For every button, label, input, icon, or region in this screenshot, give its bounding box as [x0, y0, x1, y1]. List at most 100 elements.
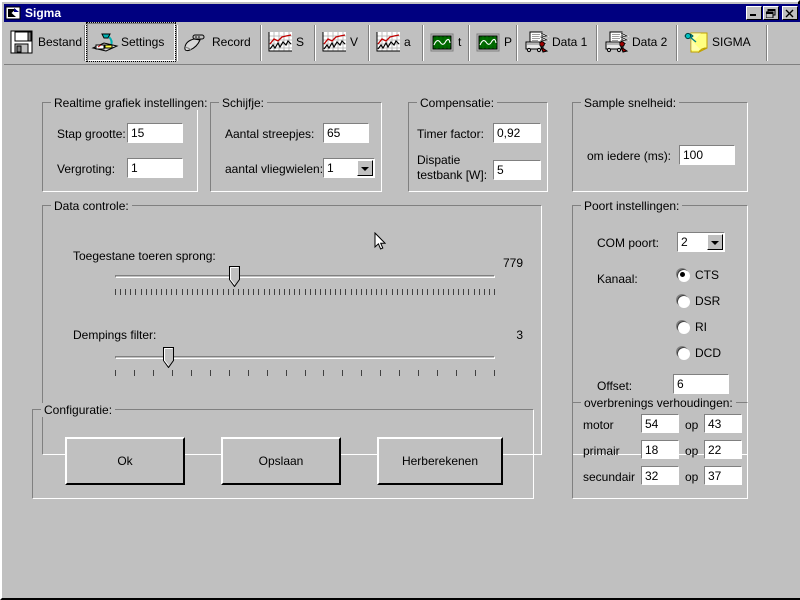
timer-factor-label: Timer factor: — [417, 127, 484, 141]
toolbar-separator — [766, 25, 768, 61]
secundair-label: secundair — [583, 470, 636, 484]
ok-button[interactable]: Ok — [65, 437, 185, 485]
motor-right-input[interactable]: 43 — [704, 414, 742, 433]
line-chart-icon — [373, 28, 403, 56]
toolbar-button-data1[interactable]: Data 1 — [518, 22, 596, 62]
offset-label: Offset: — [597, 379, 633, 393]
application-window: Sigma Bestand Settings Record S V a t P … — [0, 0, 800, 600]
radio-dsr[interactable]: DSR — [677, 294, 720, 308]
stap-grootte-input[interactable]: 15 — [127, 123, 183, 143]
group-caption: Poort instellingen: — [581, 199, 683, 213]
aantal-streepjes-label: Aantal streepjes: — [225, 127, 315, 141]
aantal-streepjes-input[interactable]: 65 — [323, 123, 369, 143]
toolbar-label: Data 1 — [552, 35, 588, 49]
radio-label: DCD — [695, 346, 721, 360]
op-label-secundair: op — [685, 470, 699, 484]
slider-thumb[interactable] — [162, 347, 174, 369]
toolbar-label: SIGMA — [712, 35, 751, 49]
primair-left-input[interactable]: 18 — [641, 440, 679, 459]
opslaan-button[interactable]: Opslaan — [221, 437, 341, 485]
toolbar-button-sigma[interactable]: SIGMA — [678, 22, 766, 62]
group-caption: Data controle: — [51, 199, 132, 213]
om-iedere-label: om iedere (ms): — [587, 149, 672, 163]
radio-label: CTS — [695, 268, 719, 282]
combo-value: 2 — [681, 235, 688, 249]
minimize-button[interactable] — [746, 6, 762, 20]
oscilloscope-icon — [427, 28, 457, 56]
kanaal-label: Kanaal: — [597, 272, 638, 286]
radio-ri[interactable]: RI — [677, 320, 707, 334]
vergroting-label: Vergroting: — [57, 162, 116, 176]
com-poort-combo[interactable]: 2 — [677, 232, 725, 252]
vergroting-input[interactable]: 1 — [127, 158, 183, 178]
chevron-down-icon[interactable] — [357, 160, 373, 176]
window-controls — [745, 6, 800, 20]
chevron-down-icon[interactable] — [707, 234, 723, 250]
group-caption: Realtime grafiek instellingen: — [51, 96, 211, 110]
toolbar-button-t[interactable]: t — [424, 22, 468, 62]
com-poort-label: COM poort: — [597, 236, 660, 250]
toolbar-button-a[interactable]: a — [370, 22, 422, 62]
slider-rail[interactable] — [115, 275, 495, 278]
motor-left-input[interactable]: 54 — [641, 414, 679, 433]
pen-record-icon — [181, 28, 211, 56]
toolbar-button-bestand[interactable]: Bestand — [4, 22, 84, 62]
toolbar-label: V — [350, 35, 359, 49]
close-button[interactable] — [782, 6, 798, 20]
timer-factor-input[interactable]: 0,92 — [493, 123, 541, 143]
group-caption: Schijfje: — [219, 96, 268, 110]
herberekenen-button[interactable]: Herberekenen — [377, 437, 503, 485]
line-chart-icon — [319, 28, 349, 56]
toolbar-label: Data 2 — [632, 35, 668, 49]
slider-ticks — [115, 289, 495, 297]
op-label-motor: op — [685, 418, 699, 432]
secundair-right-input[interactable]: 37 — [704, 466, 742, 485]
restore-button[interactable] — [763, 6, 779, 20]
dispatie-testbank-label-line1: Dispatie — [417, 153, 461, 167]
secundair-left-input[interactable]: 32 — [641, 466, 679, 485]
sticky-note-pin-icon — [681, 28, 711, 56]
toolbar-label: t — [458, 35, 462, 49]
radio-dcd[interactable]: DCD — [677, 346, 721, 360]
toolbar-label: Bestand — [38, 35, 83, 49]
dempings-filter-slider[interactable] — [115, 347, 495, 384]
dempings-filter-label: Dempings filter: — [73, 328, 157, 342]
slider-thumb[interactable] — [229, 266, 241, 288]
radio-label: RI — [695, 320, 707, 334]
aantal-vliegwielen-combo[interactable]: 1 — [323, 158, 375, 178]
printer-paper-icon — [601, 28, 631, 56]
title-bar: Sigma — [4, 4, 800, 22]
radio-label: DSR — [695, 294, 721, 308]
radio-cts[interactable]: CTS — [677, 268, 719, 282]
oscilloscope-icon — [473, 28, 503, 56]
dispatie-testbank-input[interactable]: 5 — [493, 160, 541, 180]
toolbar-label: Settings — [121, 35, 165, 49]
floppy-disk-icon — [7, 28, 37, 56]
printer-paper-icon — [521, 28, 551, 56]
group-overbrengings-verhoudingen: overbrenings verhoudingen: motor 54 op 4… — [572, 396, 748, 499]
line-chart-icon — [265, 28, 295, 56]
toolbar-button-v[interactable]: V — [316, 22, 368, 62]
toolbar-button-data2[interactable]: Data 2 — [598, 22, 676, 62]
dispatie-testbank-label-line2: testbank [W]: — [417, 168, 488, 182]
offset-input[interactable]: 6 — [673, 374, 729, 394]
toolbar-button-record[interactable]: Record — [178, 22, 260, 62]
primair-right-input[interactable]: 22 — [704, 440, 742, 459]
client-area: Realtime grafiek instellingen: Stap groo… — [4, 65, 800, 598]
desk-lamp-icon — [90, 28, 120, 56]
toegestane-toeren-sprong-slider[interactable] — [115, 266, 495, 303]
toolbar-button-s[interactable]: S — [262, 22, 314, 62]
group-schijfje: Schijfje: Aantal streepjes: 65 aantal vl… — [210, 96, 382, 192]
aantal-vliegwielen-label: aantal vliegwielen: — [225, 162, 324, 176]
toolbar-button-settings[interactable]: Settings — [86, 22, 176, 62]
stap-grootte-label: Stap grootte: — [57, 127, 126, 141]
om-iedere-input[interactable]: 100 — [679, 145, 735, 165]
group-caption: Compensatie: — [417, 96, 498, 110]
group-realtime-grafiek: Realtime grafiek instellingen: Stap groo… — [42, 96, 211, 192]
radio-indicator — [677, 269, 689, 281]
radio-indicator — [677, 295, 689, 307]
toolbar-button-p[interactable]: P — [470, 22, 516, 62]
primair-label: primair — [583, 444, 620, 458]
slider-ticks — [115, 370, 495, 378]
radio-indicator — [677, 347, 689, 359]
